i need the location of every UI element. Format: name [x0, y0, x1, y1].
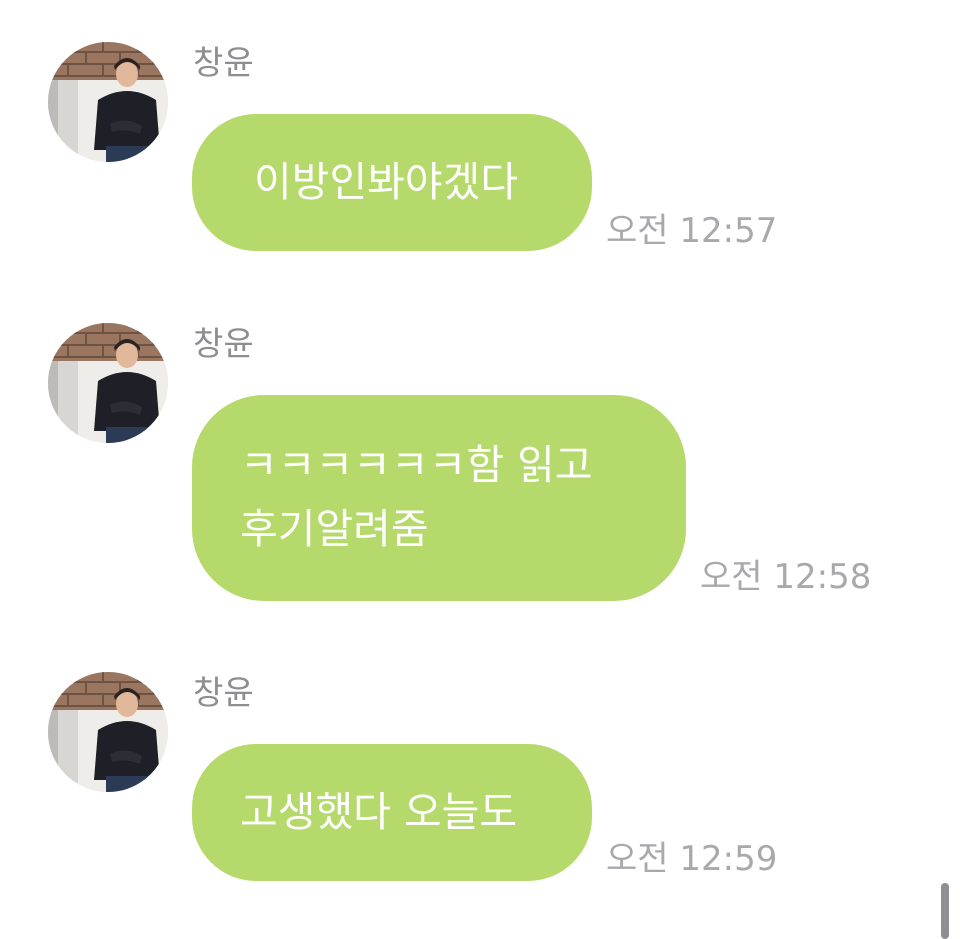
- avatar[interactable]: [48, 42, 168, 162]
- message-timestamp: 오전 12:57: [606, 211, 778, 251]
- profile-photo-icon: [48, 672, 168, 792]
- message-bubble[interactable]: ㅋㅋㅋㅋㅋㅋ함 읽고 후기알려줌: [192, 395, 686, 601]
- profile-photo-icon: [48, 323, 168, 443]
- sender-name: 창윤: [193, 673, 254, 712]
- message-timestamp: 오전 12:59: [606, 839, 778, 879]
- sender-name: 창윤: [193, 43, 254, 82]
- message-bubble[interactable]: 이방인봐야겠다: [192, 114, 592, 251]
- avatar[interactable]: [48, 323, 168, 443]
- profile-photo-icon: [48, 42, 168, 162]
- message-timestamp: 오전 12:58: [700, 557, 872, 597]
- message-bubble[interactable]: 고생했다 오늘도: [192, 744, 592, 881]
- sender-name: 창윤: [193, 324, 254, 363]
- scrollbar[interactable]: [941, 883, 949, 939]
- avatar[interactable]: [48, 672, 168, 792]
